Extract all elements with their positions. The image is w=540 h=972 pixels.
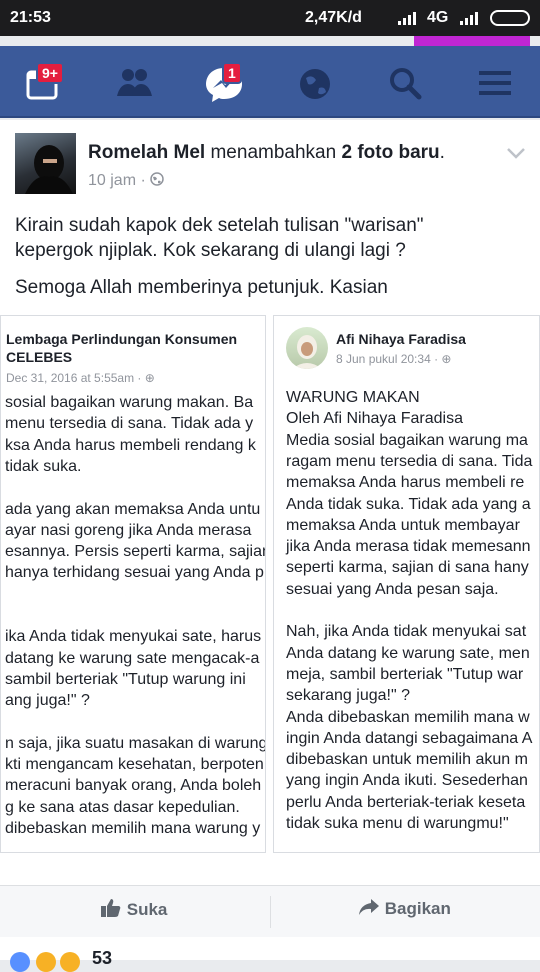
photo-text-line: Media sosial bagaikan warung ma [286,431,528,449]
photo-text-line: Anda dibebaskan memilih mana w [286,708,530,726]
post-time[interactable]: 10 jam [88,172,136,189]
photo-text-line: meracuni banyak orang, Anda boleh [5,777,262,795]
thumbs-up-icon [101,899,121,917]
like-reaction-icon [10,952,30,972]
photo-text-line: Anda tidak suka. Tidak ada yang a [286,495,531,513]
photo-text-line: hanya terhidang sesuai yang Anda p [5,564,264,582]
photo-text-line: jika Anda merasa tidak memesann [286,538,531,556]
post-period: . [439,142,445,163]
post-text-line: Semoga Allah memberinya petunjuk. Kasian [15,277,388,298]
signal-icon [460,12,478,25]
notifications-badge: 9+ [36,62,64,84]
post-text-line: Kirain sudah kapok dek setelah tulisan "… [15,215,424,236]
share-arrow-icon [359,899,379,915]
photo-right-page-name: Afi Nihaya Faradisa [336,331,466,347]
photo-text-line: tidak suka. [5,457,82,475]
author-name[interactable]: Romelah Mel [88,142,205,163]
photo-text-line: n saja, jika suatu masakan di warung [5,734,266,752]
photo-left-page-name: Lembaga Perlindungan Konsumen CELEBES [6,330,237,366]
wow-reaction-icon [60,952,80,972]
reaction-count: 53 [92,948,113,968]
photo-text-line: seperti karma, sajian di sana hany [286,559,529,577]
photo-text-line: ika Anda tidak menyukai sate, harus [5,628,262,646]
photo-text-line: ada yang akan memaksa Anda untu [5,500,261,518]
date-text: 8 Jun pukul 20:34 [336,352,431,366]
photo-text-line: g ke sana atas dasar kepedulian. [5,798,240,816]
photo-text-line: WARUNG MAKAN [286,389,420,406]
notification-strip [414,36,530,46]
post-text-line: kepergok njiplak. Kok sekarang di ulangi… [15,240,406,261]
network-type: 4G [427,9,449,26]
photo-text-line: sosial bagaikan warung makan. Ba [5,394,254,411]
like-label: Suka [126,900,168,919]
photo-text-line: ayar nasi goreng jika Anda merasa [5,521,252,539]
search-icon[interactable] [382,60,428,106]
photo-text-line: ang juga!" ? [5,692,90,710]
photo-text-line: memaksa Anda untuk membayar [286,516,520,534]
network-speed: 2,47K/d [305,9,362,26]
menu-icon[interactable] [472,60,518,106]
post-object[interactable]: 2 foto baru [341,142,439,163]
photo-text-line: yang ingin Anda ikuti. Sesederhan [286,772,528,790]
photo-text-line: dibebaskan untuk memilih akun m [286,751,528,769]
page-name-line: Lembaga Perlindungan Konsumen [6,331,238,347]
photo-text-line: meja, sambil berteriak "Tutup war [286,665,524,683]
photo-right-date: 8 Jun pukul 20:34 · ⊕ [336,352,452,366]
messenger-icon[interactable]: 1 [202,60,248,106]
photo-text-line: sekarang juga!" ? [286,687,410,705]
date-text: Dec 31, 2016 at 5:55am [6,371,135,385]
post-actions: Suka Bagikan [0,885,540,937]
post-meta: 10 jam · [88,172,165,190]
photo-text-line: perlu Anda berteriak-teriak keseta [286,793,526,811]
share-label: Bagikan [384,899,451,918]
feed-post: Romelah Mel menambahkan 2 foto baru. 10 … [0,120,540,940]
separator-dot: · [140,172,146,189]
photo-text-line: kti mengancam kesehatan, berpoten [5,756,264,774]
photo-text-line: ksa Anda harus membeli rendang k [5,436,256,454]
page-name-line: CELEBES [6,349,73,365]
signal-icon [398,12,416,25]
friend-requests-calendar-icon[interactable]: 9+ [22,60,68,106]
photo-text-line: tidak suka menu di warungmu!" [286,815,509,832]
photo-right[interactable]: Afi Nihaya Faradisa 8 Jun pukul 20:34 · … [273,315,540,853]
friends-icon[interactable] [112,60,158,106]
photo-text-line: Anda datang ke warung sate, men [286,644,530,662]
photo-left[interactable]: Lembaga Perlindungan Konsumen CELEBES De… [0,315,266,853]
post-action: menambahkan [210,142,337,163]
photo-right-avatar [286,327,328,369]
like-button[interactable]: Suka [100,898,167,920]
messages-badge: 1 [222,62,242,84]
photo-text-line: dibebaskan memilih mana warung y [5,820,261,837]
battery-icon [490,10,530,26]
clock: 21:53 [10,9,51,26]
photo-text-line: Nah, jika Anda tidak menyukai sat [286,623,527,641]
action-divider [270,896,271,928]
photo-text-line: sambil berteriak "Tutup warung ini [5,670,246,688]
photo-text-line: esannya. Persis seperti karma, sajian [5,543,266,561]
photo-text-line: memaksa Anda harus membeli re [286,474,525,492]
photo-text-line: sesuai yang Anda pesan saja. [286,580,499,598]
share-button[interactable]: Bagikan [358,898,451,919]
photo-text-line: menu tersedia di sana. Tidak ada y [5,415,254,433]
globe-icon[interactable] [292,60,338,106]
photo-text-line: ragam menu tersedia di sana. Tida [286,452,533,470]
photo-text-line: datang ke warung sate mengacak-a [5,649,260,667]
status-bar: 21:53 2,47K/d 4G [0,0,540,36]
facebook-nav-bar: 9+ 1 [0,46,540,118]
post-header: Romelah Mel menambahkan 2 foto baru. [88,142,445,164]
photo-text-line: Oleh Afi Nihaya Faradisa [286,410,463,428]
photo-text-line: ingin Anda datangi sebagaimana A [286,729,533,747]
chevron-down-icon[interactable] [506,146,526,160]
avatar[interactable] [15,133,76,194]
reactions-bar[interactable]: 53 [0,940,540,972]
public-globe-icon [150,172,165,186]
haha-reaction-icon [36,952,56,972]
photo-left-date: Dec 31, 2016 at 5:55am · ⊕ [6,371,155,385]
